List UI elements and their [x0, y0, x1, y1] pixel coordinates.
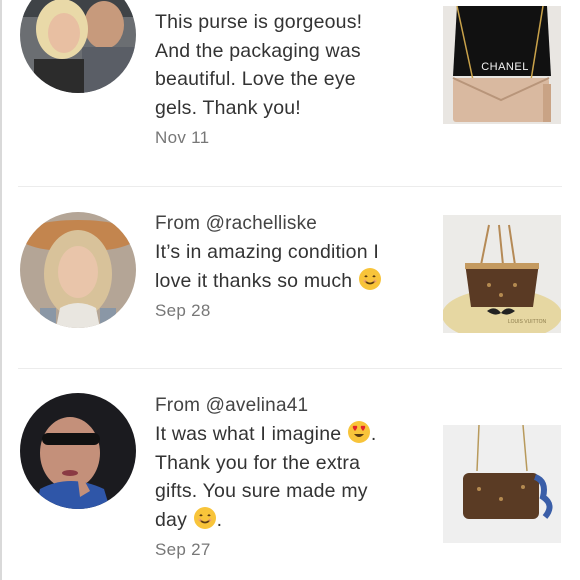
smiling-face-emoji — [358, 267, 382, 291]
avatar[interactable] — [20, 393, 136, 509]
review-text: It’s in amazing condition I love it than… — [155, 238, 425, 295]
left-edge-line — [0, 0, 2, 580]
product-thumbnail[interactable]: LOUIS VUITTON — [443, 215, 561, 333]
author-handle-link[interactable]: @avelina41 — [206, 395, 309, 416]
review-date: Sep 28 — [155, 301, 211, 320]
review-date: Sep 27 — [155, 540, 211, 559]
review-author: From @avelina41 — [155, 395, 309, 416]
review-date: Nov 11 — [155, 128, 210, 147]
avatar[interactable] — [20, 212, 136, 328]
review-text: This purse is gorgeous! And the packagin… — [155, 11, 363, 119]
product-brand-text: CHANEL — [481, 61, 529, 73]
review-text: It was what I imagine . Thank you for th… — [155, 420, 425, 534]
product-thumbnail[interactable]: CHANEL — [443, 6, 561, 124]
heart-eyes-emoji — [347, 420, 371, 444]
review-author: From @rachelliske — [155, 213, 318, 234]
avatar[interactable] — [20, 0, 136, 93]
product-brand-text: LOUIS VUITTON — [508, 319, 547, 325]
divider — [18, 186, 562, 187]
author-handle-link[interactable]: @rachelliske — [206, 213, 317, 234]
divider — [18, 368, 562, 369]
product-thumbnail[interactable] — [443, 425, 561, 543]
smiling-face-emoji — [193, 506, 217, 530]
